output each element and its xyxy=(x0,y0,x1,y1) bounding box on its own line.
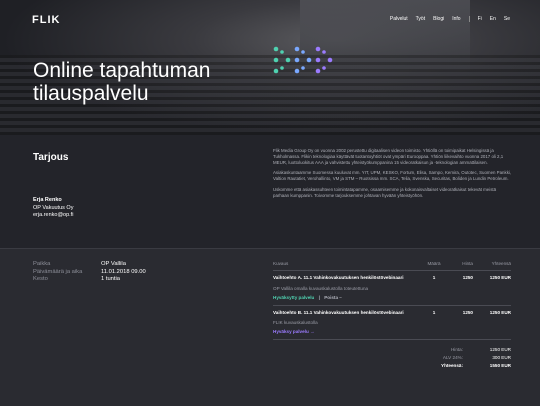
lang-fi[interactable]: Fi xyxy=(478,16,482,22)
item-qty: 1 xyxy=(432,275,436,280)
total-label: ALV 24%: xyxy=(442,355,463,361)
item-note: OP Vallila omalla kuvauskalustolla toteu… xyxy=(273,285,369,291)
item-note: FLIK kuvauskalustolla xyxy=(273,320,318,326)
accepted-service-link[interactable]: Hyväksytty palvelu xyxy=(273,295,314,300)
item-name: Vaihtoehto A. 11.1 Vahinkovakuutuksen he… xyxy=(273,275,404,280)
link-divider: | xyxy=(318,294,320,300)
order-section: Paikka OP Vallila Päivämäärä ja aika 11.… xyxy=(0,248,540,406)
flik-logo[interactable]: FLIK xyxy=(32,14,60,26)
event-meta: Paikka OP Vallila Päivämäärä ja aika 11.… xyxy=(33,261,146,284)
nav-item-blogi[interactable]: Blogi xyxy=(433,16,444,22)
play-dots-icon xyxy=(273,46,333,74)
description-paragraph: Flik Media Group Oy on vuonna 2002 perus… xyxy=(273,148,504,165)
description-paragraph: Asiakaskuntaamme Suomessa kuuluvat mm. Y… xyxy=(273,170,512,182)
meta-label: Kesto xyxy=(33,276,48,283)
meta-label: Päivämäärä ja aika xyxy=(33,268,83,275)
order-table: Kuvaus Määrä Hinta Yhteensä Vaihtoehto A… xyxy=(273,261,511,370)
meta-label: Paikka xyxy=(33,261,51,267)
header-total: Yhteensä xyxy=(491,261,511,266)
offer-section: Tarjous Erja Renko OP Vakuutus Oy erja.r… xyxy=(0,135,540,248)
total-value: 1250 EUR xyxy=(489,347,511,353)
offer-title: Tarjous xyxy=(33,152,69,163)
nav-item-info[interactable]: Info xyxy=(452,16,460,22)
meta-value: OP Vallila xyxy=(101,261,126,267)
item-total: 1250 EUR xyxy=(489,309,511,315)
item-name: Vaihtoehto B. 11.1 Vahinkovakuutuksen he… xyxy=(273,309,404,315)
description-paragraph: Uskomme että asiakassuhteen toimintatapa… xyxy=(273,186,497,198)
item-price: 1250 xyxy=(462,309,473,315)
total-label: Hinta: xyxy=(450,347,463,353)
header-price: Hinta xyxy=(462,261,473,266)
total-value: 300 EUR xyxy=(492,355,511,361)
contact-email[interactable]: erja.renko@op.fi xyxy=(33,212,73,220)
hero-banner: FLIK Palvelut Työt Blogi Info Fi En Se O… xyxy=(0,0,540,135)
table-header: Kuvaus Määrä Hinta Yhteensä xyxy=(273,261,511,271)
meta-value: 1 tuntia xyxy=(101,276,121,283)
header-product: Kuvaus xyxy=(273,261,289,266)
accept-service-link[interactable]: Hyväksy palvelu → xyxy=(273,329,315,334)
total-row-price: Hinta: 1250 EUR xyxy=(273,346,511,354)
total-value: 1550 EUR xyxy=(489,363,511,369)
item-price: 1250 xyxy=(462,275,473,280)
nav-item-tyot[interactable]: Työt xyxy=(416,16,425,22)
meta-row-datetime: Päivämäärä ja aika 11.01.2018 09.00 xyxy=(33,269,146,277)
total-label: Yhteensä: xyxy=(441,363,463,369)
nav-item-palvelut[interactable]: Palvelut xyxy=(390,16,408,22)
item-total: 1250 EUR xyxy=(489,275,511,280)
meta-row-duration: Kesto 1 tuntia xyxy=(33,276,146,284)
header-qty: Määrä xyxy=(427,261,441,266)
table-row: Vaihtoehto A. 11.1 Vahinkovakuutuksen he… xyxy=(273,271,511,306)
contact-company: OP Vakuutus Oy xyxy=(33,204,74,211)
order-totals: Hinta: 1250 EUR ALV 24%: 300 EUR Yhteens… xyxy=(273,346,511,370)
total-row-sum: Yhteensä: 1550 EUR xyxy=(273,362,511,370)
total-row-vat: ALV 24%: 300 EUR xyxy=(273,354,511,362)
item-qty: 1 xyxy=(432,309,436,315)
nav-divider xyxy=(468,16,470,22)
lang-se[interactable]: Se xyxy=(504,16,510,22)
table-row: Vaihtoehto B. 11.1 Vahinkovakuutuksen he… xyxy=(273,306,511,341)
top-nav: Palvelut Työt Blogi Info Fi En Se xyxy=(390,16,510,22)
contact-name: Erja Renko xyxy=(33,197,62,203)
offer-description: Flik Media Group Oy on vuonna 2002 perus… xyxy=(273,148,513,204)
meta-row-location: Paikka OP Vallila xyxy=(33,261,146,269)
remove-service-link[interactable]: Poista – xyxy=(324,295,342,300)
meta-value: 11.01.2018 09.00 xyxy=(101,268,146,275)
lang-en[interactable]: En xyxy=(490,16,496,22)
contact-info: Erja Renko OP Vakuutus Oy erja.renko@op.… xyxy=(33,197,73,220)
page-title: Online tapahtuman tilauspalvelu xyxy=(33,59,211,106)
